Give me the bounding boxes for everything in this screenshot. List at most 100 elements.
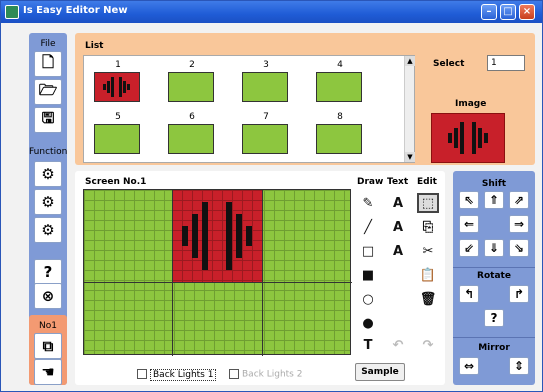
shift-up-right-icon: ⇗ [513,193,525,207]
text-font-a-icon: A [392,195,404,211]
function-1-button[interactable]: ⚙ [34,161,62,187]
copy-tool[interactable]: ⎘ [417,217,439,237]
draw-label: Draw [357,177,384,187]
screen-thumbnail-8[interactable] [316,124,362,154]
editor-panel: Screen No.1 Draw Text Edit ✎ ╱ □ ■ ○ ● T… [75,171,445,385]
arrow-pattern-preview-icon [448,122,488,154]
screen-thumbnail-1[interactable] [94,72,140,102]
text-font-tool[interactable]: A [387,193,409,213]
function-3-button[interactable]: ⚙ [34,217,62,243]
function-2-button[interactable]: ⚙ [34,189,62,215]
pencil-icon: ✎ [362,195,374,211]
minimize-button[interactable]: – [481,4,497,20]
shift-down-right-icon: ⇘ [513,241,525,255]
function-section-label: Function [29,147,68,157]
maximize-button[interactable]: □ [500,4,516,20]
shift-left-icon: ⇐ [463,217,475,231]
screen-thumbnail-5[interactable] [94,124,140,154]
screen-list[interactable]: 1 2 3 4 5 6 7 8 ▲ ▼ [83,55,415,163]
thumb-label-1: 1 [115,60,121,70]
cut-tool[interactable]: ✂ [417,241,439,261]
backlight-1-checkbox[interactable]: Back Lights 1 [137,368,217,381]
red-backlight-region [172,190,262,282]
shift-left-button[interactable]: ⇐ [459,215,479,233]
app-icon [5,5,19,19]
number-section: No1 ⧉ ☚ [29,315,67,385]
rect-fill-tool[interactable]: ■ [357,265,379,285]
rotate-left-button[interactable]: ↰ [459,285,479,303]
shift-down-left-button[interactable]: ⇙ [459,239,479,257]
text-insert-tool[interactable]: T [357,335,379,355]
redo-button[interactable]: ↷ [417,335,439,355]
copy-icon: ⧉ [42,337,54,355]
save-file-button[interactable]: 🖫 [34,107,62,133]
delete-icon: 🗑 [419,291,437,307]
ellipse-outline-tool[interactable]: ○ [357,289,379,309]
rect-outline-tool[interactable]: □ [357,241,379,261]
number-hand-button[interactable]: ☚ [34,359,62,385]
select-spinner[interactable]: 1 [487,55,525,71]
scroll-down-icon[interactable]: ▼ [405,152,415,162]
help-button[interactable]: ? [34,259,62,285]
screen-thumbnail-6[interactable] [168,124,214,154]
shift-up-left-button[interactable]: ⇖ [459,191,479,209]
delete-tool[interactable]: 🗑 [417,289,439,309]
list-scrollbar[interactable]: ▲ ▼ [404,56,415,162]
shift-label: Shift [481,179,507,189]
shift-right-button[interactable]: ⇒ [509,215,529,233]
text-size-16-tool[interactable]: A [387,241,409,261]
number-copy-button[interactable]: ⧉ [34,333,62,359]
rect-outline-icon: □ [361,243,375,259]
rotate-right-button[interactable]: ↱ [509,285,529,303]
shift-up-right-button[interactable]: ⇗ [509,191,529,209]
screen-thumbnail-2[interactable] [168,72,214,102]
hand-icon: ☚ [41,363,55,381]
mirror-vertical-button[interactable]: ⇕ [509,357,529,375]
rotate-help-button[interactable]: ? [484,309,504,327]
close-button[interactable]: × [519,4,535,20]
thumb-label-6: 6 [189,112,195,122]
ellipse-fill-tool[interactable]: ● [357,313,379,333]
rotate-right-icon: ↱ [513,287,525,301]
thumb-label-7: 7 [263,112,269,122]
checkbox-box[interactable] [229,369,239,379]
sample-button[interactable]: Sample [355,363,405,381]
lcd-grid-canvas[interactable] [83,189,352,356]
panel-divider [453,337,535,338]
screen-thumbnail-3[interactable] [242,72,288,102]
shift-down-button[interactable]: ⇓ [484,239,504,257]
scroll-up-icon[interactable]: ▲ [405,56,415,66]
title-bar[interactable]: Is Easy Editor New – □ × [1,1,542,23]
screen-thumbnail-7[interactable] [242,124,288,154]
window-title: Is Easy Editor New [23,5,128,16]
select-label: Select [433,59,465,69]
checkbox-box[interactable] [137,369,147,379]
select-tool[interactable]: ⬚ [417,193,439,213]
shift-down-right-button[interactable]: ⇘ [509,239,529,257]
rotate-left-icon: ↰ [463,287,475,301]
exit-button[interactable]: ⊗ [34,283,62,309]
image-label: Image [455,99,487,109]
line-tool[interactable]: ╱ [357,217,379,237]
help-icon: ? [43,263,53,281]
arrow-pattern-icon [103,77,130,97]
screen-thumbnail-4[interactable] [316,72,362,102]
shift-up-button[interactable]: ⇑ [484,191,504,209]
open-file-button[interactable]: 🗁 [34,79,62,105]
mirror-horizontal-button[interactable]: ⇔ [459,357,479,375]
text-label: Text [387,177,409,187]
thumb-label-2: 2 [189,60,195,70]
text-size-12-icon: A [392,219,404,235]
pencil-tool[interactable]: ✎ [357,193,379,213]
thumb-label-8: 8 [337,112,343,122]
ellipse-outline-icon: ○ [362,291,374,307]
backlight-1-label: Back Lights 1 [150,368,217,381]
new-file-button[interactable]: 🗋 [34,51,62,77]
paste-tool[interactable]: 📋 [417,265,439,285]
grid-divider [84,282,352,283]
undo-button[interactable]: ↶ [387,335,409,355]
thumb-label-4: 4 [337,60,343,70]
backlight-2-checkbox[interactable]: Back Lights 2 [229,369,302,380]
redo-icon: ↷ [422,337,434,353]
text-size-12-tool[interactable]: A [387,217,409,237]
